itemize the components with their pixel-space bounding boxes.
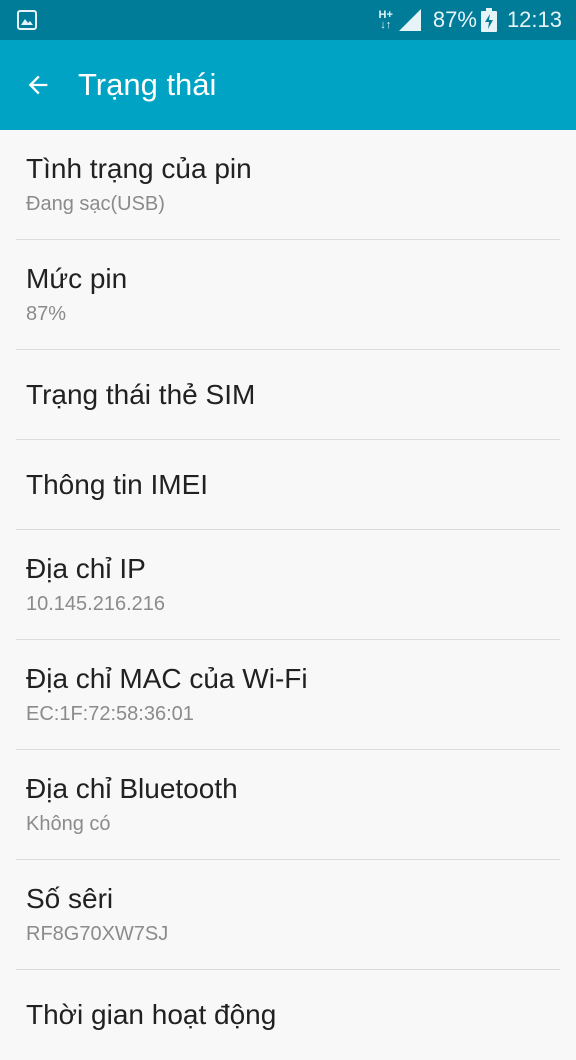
status-bar: H+ ↓↑ 87% 12:13 bbox=[0, 0, 576, 40]
battery-percent: 87% bbox=[432, 7, 477, 32]
item-title: Địa chỉ MAC của Wi-Fi bbox=[26, 663, 308, 694]
list-item-ip-address[interactable]: Địa chỉ IP 10.145.216.216 bbox=[0, 530, 576, 640]
list-item-sim-status[interactable]: Trạng thái thẻ SIM bbox=[0, 350, 576, 440]
status-list: Tình trạng của pin Đang sạc(USB) Mức pin… bbox=[0, 130, 576, 1060]
item-title: Thông tin IMEI bbox=[26, 469, 209, 500]
item-subtitle: 87% bbox=[26, 303, 67, 325]
item-title: Địa chỉ IP bbox=[26, 553, 146, 584]
clock: 12:13 bbox=[506, 7, 562, 32]
list-item-wifi-mac[interactable]: Địa chỉ MAC của Wi-Fi EC:1F:72:58:36:01 bbox=[0, 640, 576, 750]
gallery-notification-icon bbox=[17, 10, 37, 30]
item-title: Số sêri bbox=[26, 883, 114, 914]
signal-strength-icon bbox=[398, 9, 421, 31]
list-item-battery-status[interactable]: Tình trạng của pin Đang sạc(USB) bbox=[0, 130, 576, 240]
item-subtitle: EC:1F:72:58:36:01 bbox=[26, 703, 194, 725]
list-item-imei-info[interactable]: Thông tin IMEI bbox=[0, 440, 576, 530]
item-title: Trạng thái thẻ SIM bbox=[26, 379, 256, 410]
list-item-serial-number[interactable]: Số sêri RF8G70XW7SJ bbox=[0, 860, 576, 970]
arrow-back-icon bbox=[28, 75, 48, 95]
item-subtitle: Đang sạc(USB) bbox=[26, 193, 165, 215]
item-subtitle: Không có bbox=[26, 813, 111, 835]
item-title: Địa chỉ Bluetooth bbox=[26, 773, 238, 804]
battery-charging-icon bbox=[480, 8, 497, 32]
item-title: Thời gian hoạt động bbox=[26, 999, 277, 1030]
app-bar: Trạng thái bbox=[0, 40, 576, 130]
list-item-bluetooth-address[interactable]: Địa chỉ Bluetooth Không có bbox=[0, 750, 576, 860]
item-subtitle: 10.145.216.216 bbox=[26, 593, 166, 615]
network-type-indicator: H+ ↓↑ bbox=[378, 9, 393, 31]
back-button[interactable] bbox=[14, 61, 62, 109]
item-title: Mức pin bbox=[26, 263, 128, 294]
list-item-uptime[interactable]: Thời gian hoạt động bbox=[0, 970, 576, 1060]
list-item-battery-level[interactable]: Mức pin 87% bbox=[0, 240, 576, 350]
page-title: Trạng thái bbox=[78, 67, 217, 102]
item-subtitle: RF8G70XW7SJ bbox=[26, 923, 169, 945]
item-title: Tình trạng của pin bbox=[26, 153, 252, 184]
